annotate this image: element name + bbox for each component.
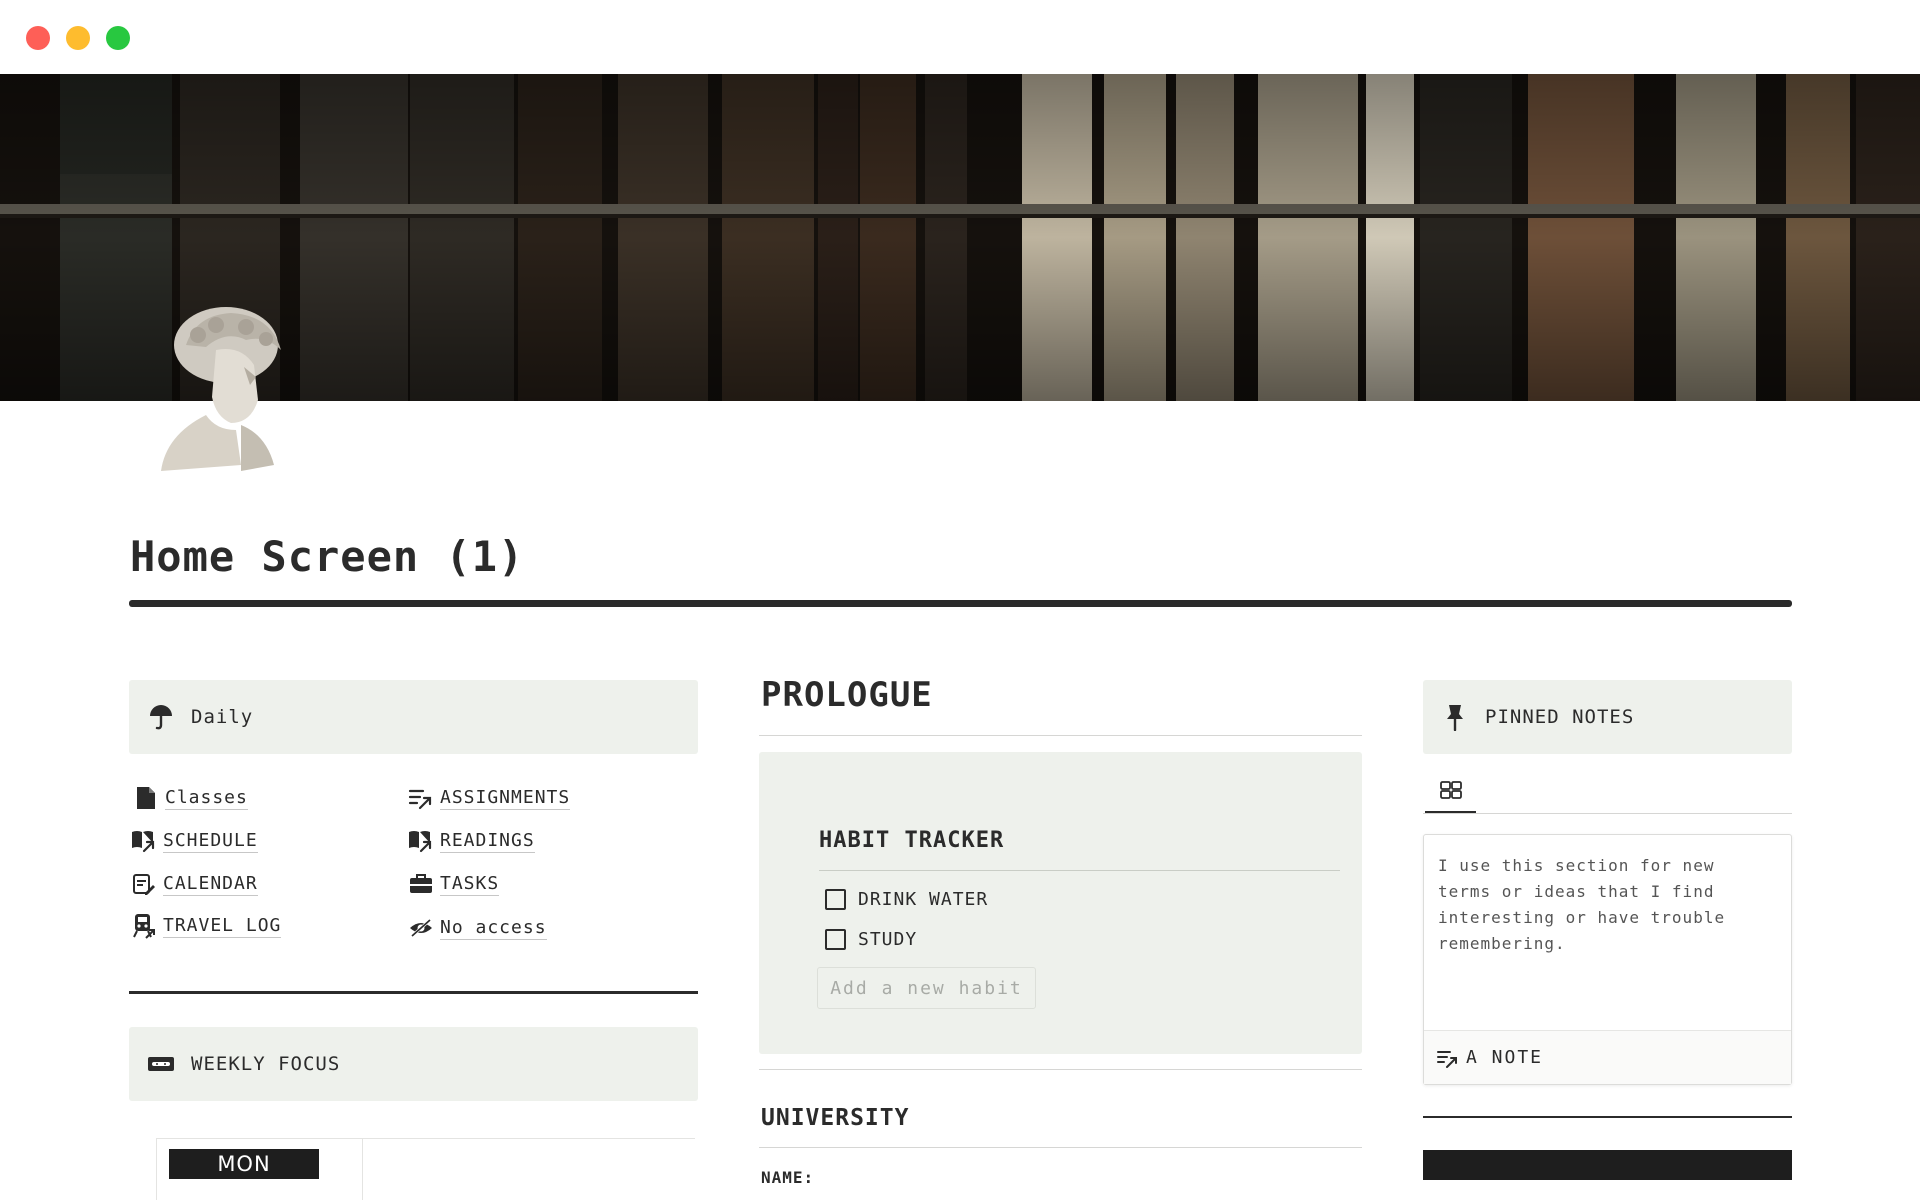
- title-divider: [129, 600, 1792, 607]
- habit-label: DRINK WATER: [858, 889, 989, 910]
- weekly-focus-label: WEEKLY FOCUS: [191, 1053, 341, 1075]
- book-arrow-icon: [408, 828, 434, 854]
- link-label: ASSIGNMENTS: [440, 786, 571, 810]
- link-assignments[interactable]: ASSIGNMENTS: [408, 785, 571, 811]
- train-icon: [131, 913, 157, 939]
- link-label: READINGS: [440, 829, 535, 853]
- note-card[interactable]: I use this section for new terms or idea…: [1423, 834, 1792, 1085]
- habit-item-study[interactable]: STUDY: [825, 929, 917, 950]
- new-note-label: A NOTE: [1466, 1047, 1544, 1068]
- checklist-arrow-icon: [1436, 1048, 1462, 1068]
- link-schedule[interactable]: SCHEDULE: [131, 828, 258, 854]
- new-note-button[interactable]: A NOTE: [1424, 1030, 1791, 1084]
- habit-label: STUDY: [858, 929, 918, 950]
- daily-callout[interactable]: Daily: [129, 680, 698, 754]
- habit-tracker-callout: HABIT TRACKER DRINK WATER STUDY Add a ne…: [759, 752, 1362, 1054]
- gallery-view-tab[interactable]: [1425, 772, 1476, 814]
- ticket-icon: [147, 1050, 175, 1078]
- heading-divider: [759, 1147, 1362, 1148]
- dark-banner-block: [1423, 1150, 1792, 1180]
- link-label: TASKS: [440, 872, 500, 896]
- link-classes[interactable]: Classes: [133, 785, 248, 811]
- checklist-arrow-icon: [408, 785, 434, 811]
- pinned-notes-callout[interactable]: PINNED NOTES: [1423, 680, 1792, 754]
- heading-divider: [759, 735, 1362, 736]
- link-travel-log[interactable]: TRAVEL LOG: [131, 913, 282, 939]
- view-tab-divider: [1423, 813, 1792, 814]
- link-readings[interactable]: READINGS: [408, 828, 535, 854]
- link-label: Classes: [165, 786, 248, 810]
- link-label: TRAVEL LOG: [163, 914, 282, 938]
- link-tasks[interactable]: TASKS: [408, 871, 500, 897]
- gallery-grid-icon: [1439, 780, 1462, 803]
- pushpin-icon: [1441, 703, 1469, 731]
- page-title[interactable]: Home Screen (1): [130, 532, 524, 581]
- habit-tracker-title: HABIT TRACKER: [819, 828, 1005, 853]
- umbrella-icon: [147, 703, 175, 731]
- pinned-notes-label: PINNED NOTES: [1485, 706, 1635, 728]
- note-text: I use this section for new terms or idea…: [1438, 856, 1726, 953]
- maximize-window-button[interactable]: [106, 26, 130, 50]
- link-label: SCHEDULE: [163, 829, 258, 853]
- habit-divider: [819, 870, 1340, 871]
- link-calendar[interactable]: CALENDAR: [131, 871, 258, 897]
- link-label: CALENDAR: [163, 872, 258, 896]
- section-divider: [759, 1069, 1362, 1070]
- book-arrow-icon: [131, 828, 157, 854]
- section-divider: [129, 991, 698, 994]
- link-label: No access: [440, 916, 547, 940]
- name-label: NAME:: [761, 1168, 815, 1187]
- minimize-window-button[interactable]: [66, 26, 90, 50]
- daily-label: Daily: [191, 706, 254, 728]
- add-habit-input[interactable]: Add a new habit: [817, 967, 1036, 1009]
- document-icon: [133, 785, 159, 811]
- habit-item-drink-water[interactable]: DRINK WATER: [825, 889, 988, 910]
- page-icon[interactable]: [146, 305, 300, 471]
- briefcase-icon: [408, 871, 434, 897]
- weekday-tag[interactable]: MON: [169, 1149, 319, 1179]
- weekly-focus-callout[interactable]: WEEKLY FOCUS: [129, 1027, 698, 1101]
- section-divider: [1423, 1116, 1792, 1118]
- david-bust-image: [161, 307, 281, 471]
- eye-slash-icon: [408, 915, 434, 941]
- link-no-access[interactable]: No access: [408, 915, 547, 941]
- prologue-heading: PROLOGUE: [761, 675, 933, 715]
- habit-checkbox[interactable]: [825, 889, 846, 910]
- week-table-border: [363, 1138, 695, 1139]
- habit-checkbox[interactable]: [825, 929, 846, 950]
- calendar-edit-icon: [131, 871, 157, 897]
- window-titlebar: [0, 0, 1920, 74]
- university-heading: UNIVERSITY: [761, 1105, 910, 1131]
- close-window-button[interactable]: [26, 26, 50, 50]
